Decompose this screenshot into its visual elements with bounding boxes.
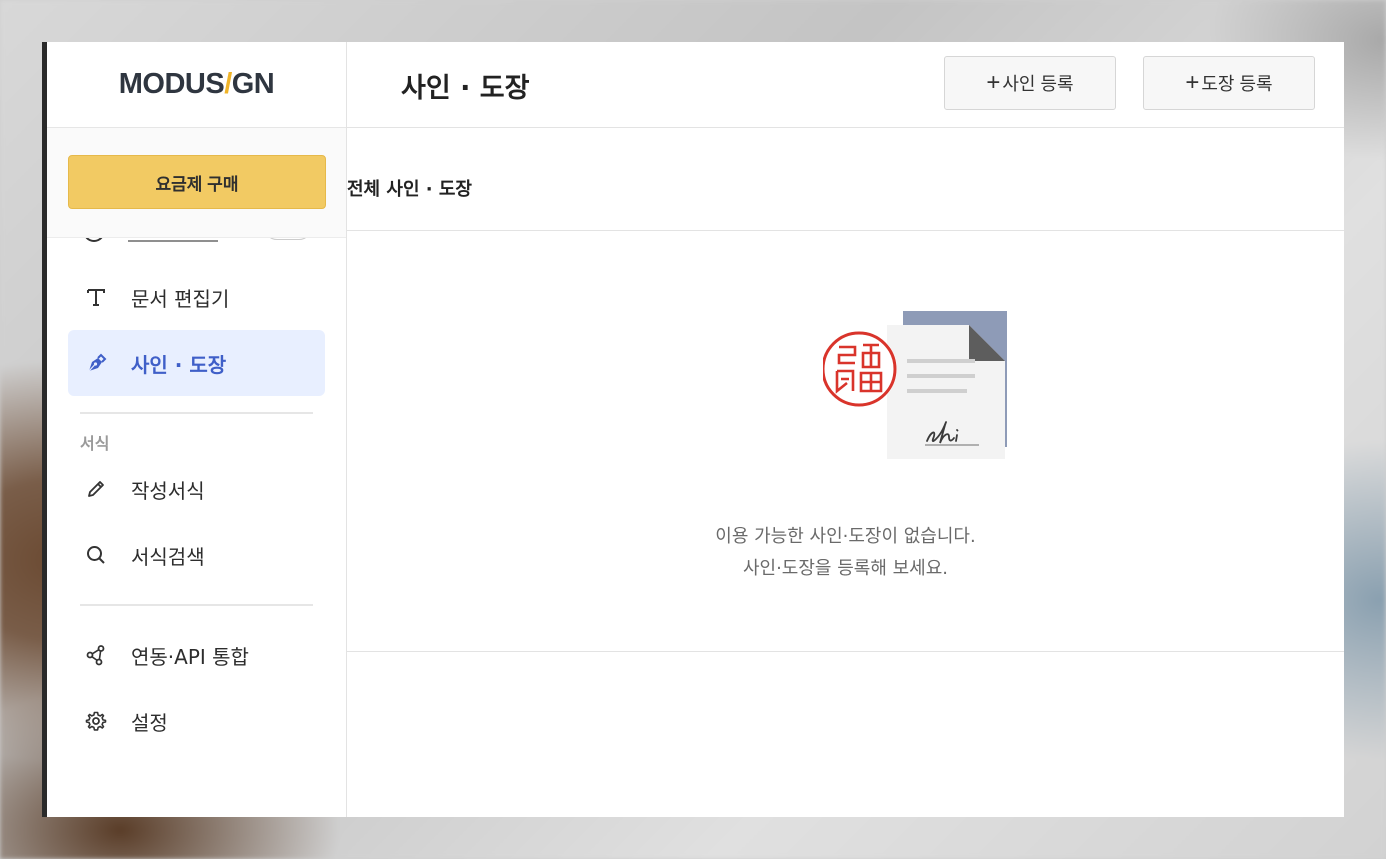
section-title: 전체 사인 · 도장 <box>347 179 472 200</box>
pen-nib-icon <box>84 351 108 375</box>
sidebar-item-label: 사인 · 도장 <box>131 352 227 377</box>
add-stamp-button[interactable]: + 도장 등록 <box>1143 56 1315 110</box>
search-icon <box>84 543 108 567</box>
sidebar-item-label: 작성서식 <box>131 478 205 503</box>
sidebar-item-label: 연동·API 통합 <box>131 644 249 669</box>
add-sign-label: 사인 등록 <box>1002 74 1074 94</box>
top-bar: 사인 · 도장 + 사인 등록 + 도장 등록 <box>347 42 1344 128</box>
sidebar-item-form-search[interactable]: 서식검색 <box>68 522 325 588</box>
sidebar-item-sign-stamp[interactable]: 사인 · 도장 <box>68 330 325 396</box>
purchase-plan-button[interactable]: 요금제 구매 <box>68 155 326 209</box>
sidebar-item-label: 서식검색 <box>131 544 205 569</box>
main-content: 사인 · 도장 + 사인 등록 + 도장 등록 전체 사인 · 도장 이용 가능… <box>347 42 1344 817</box>
sidebar-item-integration-api[interactable]: 연동·API 통합 <box>68 622 325 688</box>
sidebar-item-label: 설정 <box>131 710 168 735</box>
logo[interactable]: MODUS/GN <box>119 68 275 101</box>
logo-text-left: MODUS <box>118 68 225 100</box>
empty-message: 이용 가능한 사인·도장이 없습니다. 사인·도장을 등록해 보세요. <box>347 521 1344 585</box>
pencil-icon <box>84 477 108 501</box>
logo-area: MODUS/GN <box>47 42 346 128</box>
empty-message-line1: 이용 가능한 사인·도장이 없습니다. <box>715 526 976 547</box>
logo-text-right: GN <box>231 68 275 100</box>
sidebar: MODUS/GN 요금제 구매 문서 편집기 사인 · 도장 서식 작성서식 서… <box>47 42 347 817</box>
add-stamp-label: 도장 등록 <box>1201 74 1273 94</box>
divider <box>80 604 313 606</box>
page-title: 사인 · 도장 <box>401 73 530 104</box>
empty-state: 이용 가능한 사인·도장이 없습니다. 사인·도장을 등록해 보세요. <box>347 231 1344 652</box>
gear-icon <box>84 709 108 733</box>
divider <box>80 412 313 414</box>
add-sign-button[interactable]: + 사인 등록 <box>944 56 1116 110</box>
plus-icon: + <box>1185 69 1200 96</box>
plus-icon: + <box>986 69 1001 96</box>
text-icon <box>84 285 108 309</box>
sidebar-item-label: 문서 편집기 <box>131 286 230 311</box>
section-label-forms: 서식 <box>80 434 110 453</box>
sidebar-item-settings[interactable]: 설정 <box>68 688 325 754</box>
purchase-area: 요금제 구매 <box>47 128 346 238</box>
logo-slash: / <box>224 68 232 100</box>
sidebar-item-create-form[interactable]: 작성서식 <box>68 456 325 522</box>
sidebar-item-document-editor[interactable]: 문서 편집기 <box>68 264 325 330</box>
empty-illustration <box>821 311 1013 465</box>
empty-message-line2: 사인·도장을 등록해 보세요. <box>742 558 949 579</box>
app-window: MODUS/GN 요금제 구매 문서 편집기 사인 · 도장 서식 작성서식 서… <box>42 42 1344 817</box>
section-header: 전체 사인 · 도장 <box>347 128 1344 231</box>
share-nodes-icon <box>84 643 108 667</box>
sidebar-menu: 문서 편집기 사인 · 도장 서식 작성서식 서식검색 연동·API 통합 설정 <box>47 264 346 754</box>
